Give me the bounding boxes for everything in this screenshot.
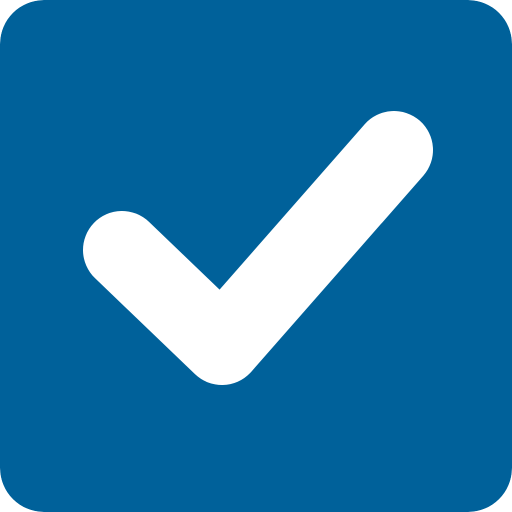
checkbox-app-icon[interactable] — [0, 0, 512, 512]
checkbox-icon-graphic — [0, 0, 512, 512]
